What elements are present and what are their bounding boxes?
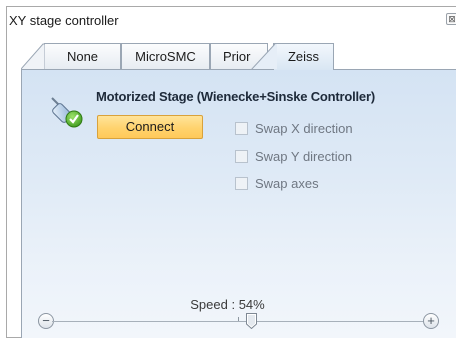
swap-y-checkbox[interactable]: [235, 150, 248, 163]
swap-axes-checkbox[interactable]: [235, 177, 248, 190]
window-title: XY stage controller: [9, 13, 119, 28]
swap-x-checkbox[interactable]: [235, 122, 248, 135]
speed-slider-track[interactable]: [52, 321, 424, 322]
stage-connected-icon: [51, 97, 83, 128]
connect-button[interactable]: Connect: [97, 115, 203, 139]
tab-zeiss[interactable]: Zeiss: [273, 43, 334, 70]
tab-slant-left: [21, 43, 45, 69]
speed-label: Speed : 54%: [190, 297, 265, 312]
swap-y-label: Swap Y direction: [255, 149, 353, 164]
tab-none-label: None: [66, 49, 99, 64]
tab-zeiss-label: Zeiss: [287, 49, 320, 64]
tab-none[interactable]: None: [44, 43, 121, 69]
speed-slider-tick: [238, 317, 239, 321]
plus-icon: +: [427, 313, 435, 328]
tab-microsmc[interactable]: MicroSMC: [121, 43, 210, 69]
swap-x-label: Swap X direction: [255, 121, 353, 136]
tab-prior-label: Prior: [223, 49, 251, 64]
title-bar: XY stage controller ⊠: [7, 7, 456, 33]
tab-microsmc-label: MicroSMC: [135, 49, 196, 64]
close-button[interactable]: ⊠: [446, 13, 456, 25]
speed-increase-button[interactable]: +: [423, 313, 439, 329]
tab-slant-active: [251, 43, 277, 69]
speed-slider-thumb[interactable]: [246, 313, 257, 329]
minus-icon: −: [42, 313, 50, 328]
swap-axes-label: Swap axes: [255, 176, 319, 191]
stage-title: Motorized Stage (Wienecke+Sinske Control…: [96, 89, 375, 104]
tab-strip: None MicroSMC Prior Zeiss: [7, 43, 456, 70]
close-icon: ⊠: [448, 14, 456, 24]
